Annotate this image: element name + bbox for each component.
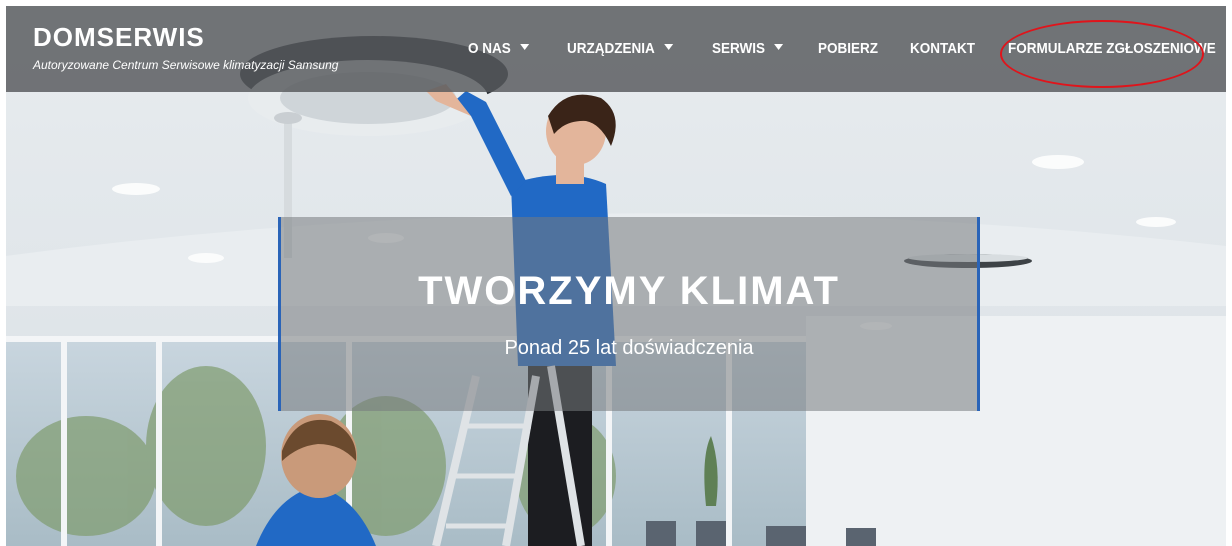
nav-item-pobierz[interactable]: POBIERZ — [818, 40, 878, 57]
nav-item-label: FORMULARZE ZGŁOSZENIOWE — [1008, 40, 1216, 57]
hero-title: TWORZYMY KLIMAT — [418, 269, 840, 313]
nav-item-label: POBIERZ — [818, 40, 879, 57]
page: DOMSERWIS Autoryzowane Centrum Serwisowe… — [0, 0, 1232, 546]
chevron-down-icon — [774, 44, 784, 51]
site-logo-title[interactable]: DOMSERWIS — [33, 22, 205, 53]
nav-item-label: KONTAKT — [910, 40, 975, 57]
nav-item-o-nas[interactable]: O NAS — [468, 40, 529, 57]
hero-banner: DOMSERWIS Autoryzowane Centrum Serwisowe… — [6, 6, 1226, 546]
nav-item-formularze-zgloszeniowe[interactable]: FORMULARZE ZGŁOSZENIOWE — [1008, 40, 1216, 57]
hero-subtitle: Ponad 25 lat doświadczenia — [504, 337, 754, 359]
site-tagline: Autoryzowane Centrum Serwisowe klimatyza… — [33, 58, 339, 72]
chevron-down-icon — [663, 44, 673, 51]
nav-item-serwis[interactable]: SERWIS — [712, 40, 784, 57]
nav-item-label: URZĄDZENIA — [567, 40, 655, 57]
nav-item-kontakt[interactable]: KONTAKT — [910, 40, 975, 57]
top-navigation-bar: DOMSERWIS Autoryzowane Centrum Serwisowe… — [6, 6, 1226, 92]
nav-item-label: O NAS — [468, 40, 511, 57]
chevron-down-icon — [519, 44, 529, 51]
nav-item-label: SERWIS — [712, 40, 766, 57]
nav-item-urzadzenia[interactable]: URZĄDZENIA — [567, 40, 673, 57]
hero-caption-box: TWORZYMY KLIMAT Ponad 25 lat doświadczen… — [278, 217, 980, 411]
